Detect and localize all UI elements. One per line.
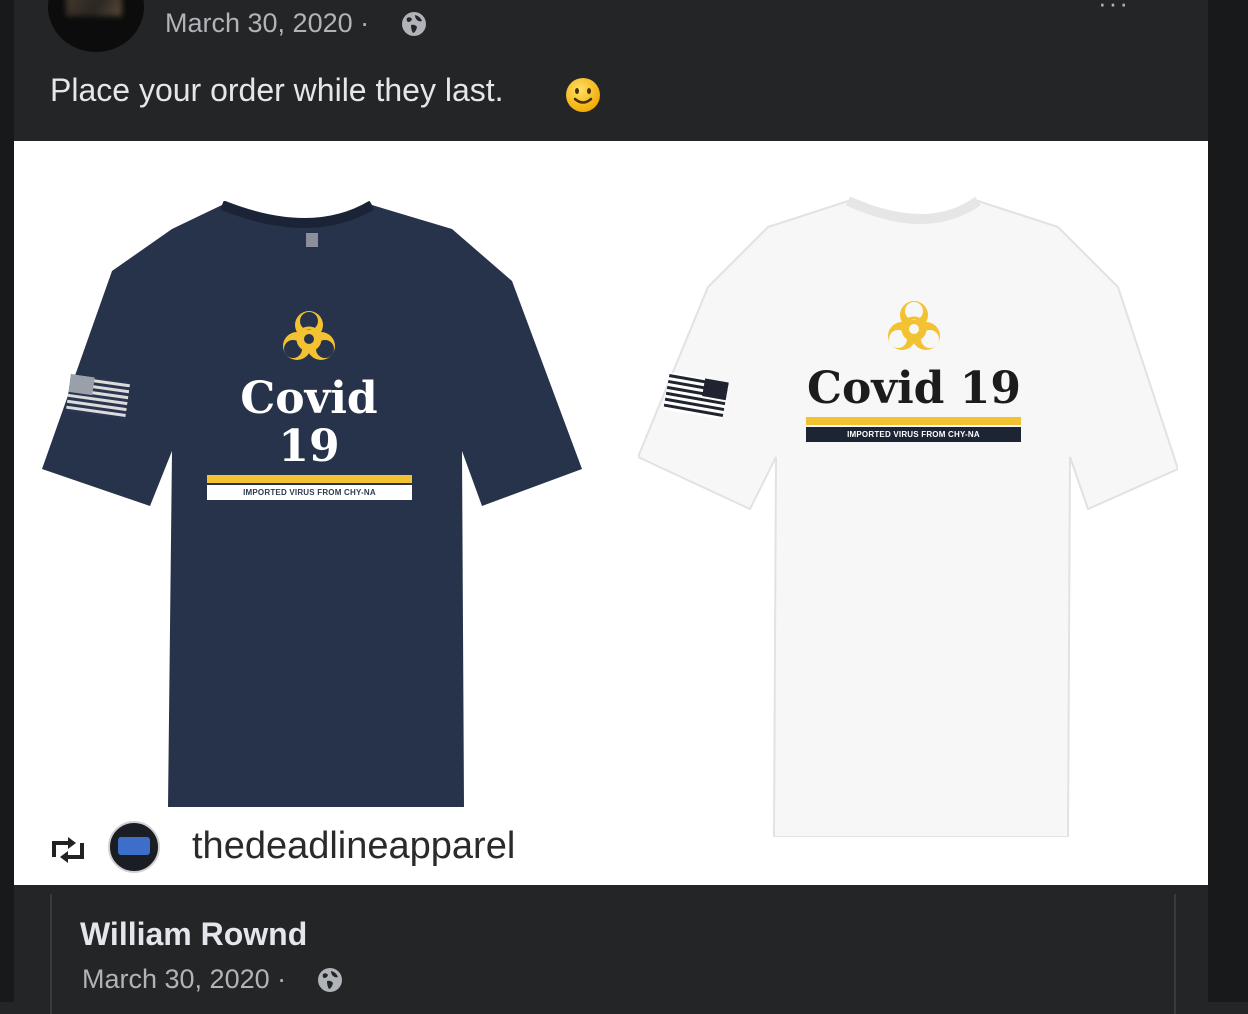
more-options-icon[interactable]: ··· [1098,0,1148,18]
comment-author[interactable]: William Rownd [80,916,307,953]
right-page-margin [1208,0,1248,1002]
post-image[interactable]: Covid 19 IMPORTED VIRUS FROM CHY-NA Covi… [14,141,1208,885]
globe-icon [318,968,342,992]
yellow-stripe [207,475,412,483]
account-avatar [108,821,160,873]
comment-timestamp[interactable]: March 30, 2020 · [82,964,286,995]
shirt-slogan: IMPORTED VIRUS FROM CHY-NA [207,485,412,500]
white-shirt-print: Covid 19 IMPORTED VIRUS FROM CHY-NA [799,291,1029,442]
left-page-margin [0,0,14,1002]
navy-shirt-print: Covid 19 IMPORTED VIRUS FROM CHY-NA [204,301,414,500]
repost-icon [52,837,84,863]
yellow-stripe [806,417,1021,425]
biohazard-icon [283,311,335,360]
smiling-face-icon [566,78,600,112]
comment-container [50,894,1176,1014]
navy-tshirt [42,201,582,807]
globe-icon [402,12,426,36]
shirt-title: Covid 19 [807,363,1021,414]
post-timestamp[interactable]: March 30, 2020 · [165,8,369,39]
shirt-slogan: IMPORTED VIRUS FROM CHY-NA [806,427,1021,442]
shirt-title: Covid 19 [240,373,378,472]
flag-print [65,374,131,420]
account-name: thedeadlineapparel [192,825,516,867]
post-caption: Place your order while they last. [50,72,504,108]
biohazard-icon [888,301,940,350]
